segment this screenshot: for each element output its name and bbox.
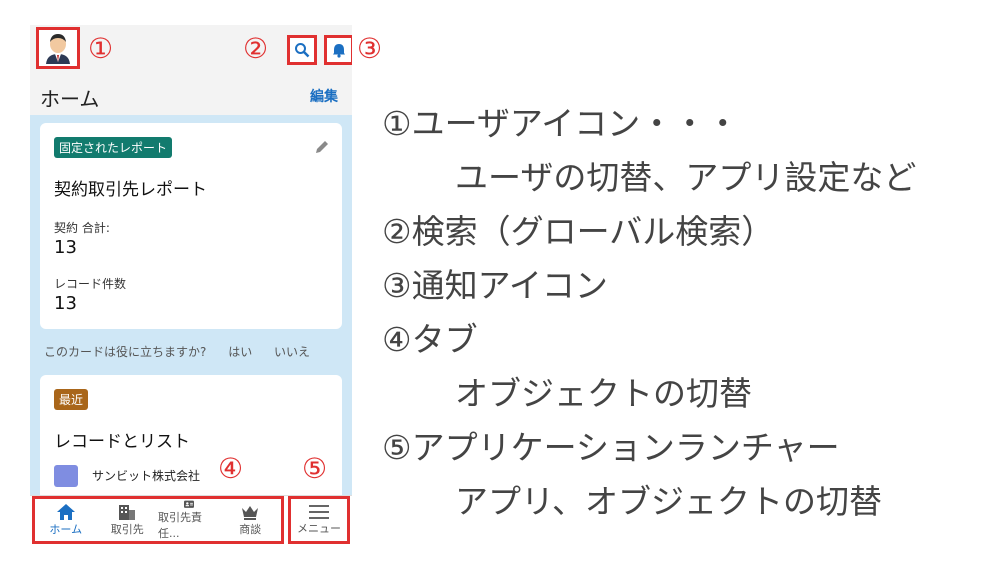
crown-icon (242, 506, 259, 520)
feedback-question: このカードは役に立ちますか? (44, 345, 207, 359)
tab-bar: ホーム 取引先 取引先責任... 商談 (32, 496, 284, 544)
callout-2: ② (243, 32, 269, 65)
pinned-report-badge: 固定されたレポート (54, 137, 173, 158)
pencil-icon[interactable] (314, 139, 330, 155)
explanation-1-detail: ユーザの切替、アプリ設定など (455, 158, 917, 197)
metric1-label: 契約 合計: (54, 221, 110, 235)
tab-contacts-label: 取引先責任... (158, 511, 202, 540)
menu-label: メニュー (297, 522, 341, 535)
feedback-yes-button[interactable]: はい (228, 345, 252, 359)
user-avatar-icon (46, 34, 70, 64)
metric2-label: レコード件数 (54, 277, 127, 291)
user-avatar-button[interactable] (36, 27, 80, 69)
tab-home[interactable]: ホーム (35, 499, 97, 541)
explanation-4-detail: オブジェクトの切替 (455, 374, 752, 413)
card-feedback: このカードは役に立ちますか? はい いいえ (44, 343, 344, 360)
explanation-4: ④タブ (382, 320, 478, 359)
home-icon (56, 504, 75, 520)
account-icon (54, 465, 78, 487)
tab-accounts-label: 取引先 (110, 523, 144, 536)
contact-card-icon (183, 500, 194, 508)
recent-records-card: 最近 レコードとリスト サンビット株式会社 (40, 375, 342, 505)
callout-3: ③ (357, 32, 383, 65)
app-launcher-menu[interactable]: メニュー (288, 496, 350, 544)
explanation-1: ①ユーザアイコン・・・ (382, 104, 740, 143)
explanation-3: ③通知アイコン (382, 266, 608, 305)
recent-card-title: レコードとリスト (54, 432, 190, 452)
callout-1: ① (88, 32, 114, 65)
tab-opportunities-label: 商談 (239, 523, 262, 536)
callout-5: ⑤ (302, 452, 328, 485)
building-icon (119, 505, 136, 520)
top-bar: ① ② (30, 25, 352, 77)
explanation-5-detail: アプリ、オブジェクトの切替 (455, 482, 883, 521)
search-button[interactable] (287, 35, 317, 65)
tab-opportunities[interactable]: 商談 (220, 499, 282, 541)
notification-button[interactable] (324, 35, 352, 65)
callout-4: ④ (218, 452, 244, 485)
home-content: 固定されたレポート 契約取引先レポート 契約 合計: 13 レコード件数 13 … (30, 115, 352, 505)
tab-accounts[interactable]: 取引先 (97, 499, 159, 541)
page-header: ホーム 編集 (30, 77, 352, 116)
recent-badge: 最近 (54, 389, 89, 410)
mobile-screen: ① ② ホーム 編集 固定されたレポート 契約取引先レポート 契約 合計: 13… (30, 25, 352, 545)
metric2-value: 13 (54, 293, 77, 314)
report-title[interactable]: 契約取引先レポート (54, 175, 207, 200)
hamburger-icon (309, 505, 329, 519)
explanation-5: ⑤アプリケーションランチャー (382, 428, 840, 467)
edit-link[interactable]: 編集 (310, 86, 338, 106)
bell-icon (333, 44, 345, 58)
bottom-navigation: ホーム 取引先 取引先責任... 商談 メニュー (30, 495, 352, 545)
tab-contacts[interactable]: 取引先責任... (158, 499, 220, 541)
page-title: ホーム (40, 87, 100, 111)
metric1-value: 13 (54, 237, 77, 258)
feedback-no-button[interactable]: いいえ (274, 345, 310, 359)
pinned-report-card[interactable]: 固定されたレポート 契約取引先レポート 契約 合計: 13 レコード件数 13 (40, 123, 342, 329)
tab-home-label: ホーム (49, 523, 83, 536)
recent-item[interactable]: サンビット株式会社 (92, 467, 200, 484)
search-icon (295, 43, 310, 58)
explanation-2: ②検索（グローバル検索） (382, 212, 775, 251)
